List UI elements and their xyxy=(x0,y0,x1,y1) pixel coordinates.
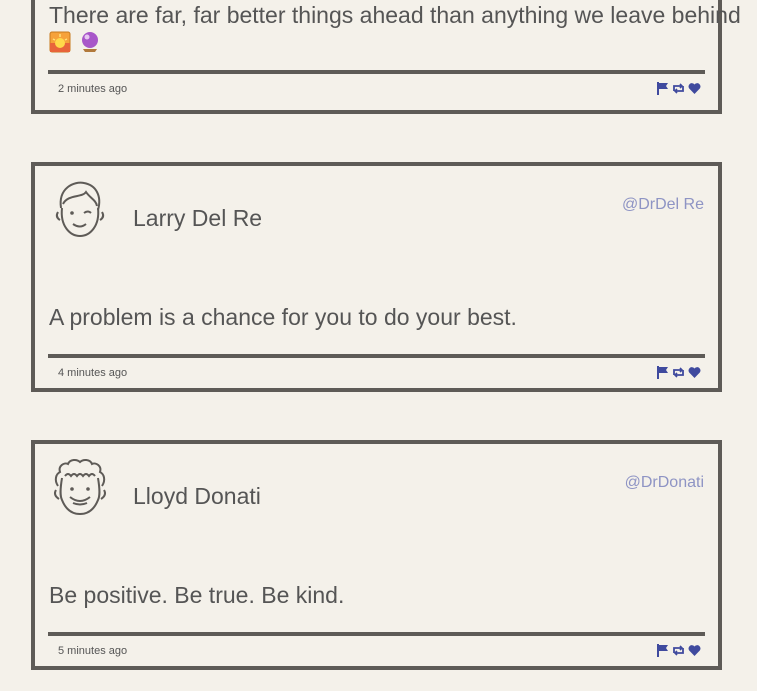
crystal-ball-icon xyxy=(79,31,101,53)
tweet-body: Lloyd Donati @DrDonati Be positive. Be t… xyxy=(35,444,718,666)
tweet-message: Be positive. Be true. Be kind. xyxy=(49,582,345,608)
retweet-icon[interactable] xyxy=(672,82,685,95)
avatar xyxy=(50,456,110,518)
user-name: Larry Del Re xyxy=(133,205,263,231)
tweet-actions xyxy=(656,644,701,657)
tweet-emojis xyxy=(49,31,105,53)
tweet-card: Larry Del Re @DrDel Re A problem is a ch… xyxy=(31,162,722,392)
heart-icon[interactable] xyxy=(688,82,701,95)
tweet-body: There are far, far better things ahead t… xyxy=(35,0,741,110)
tweet-card: There are far, far better things ahead t… xyxy=(31,0,741,114)
flag-icon[interactable] xyxy=(656,82,669,95)
tweet-body: Larry Del Re @DrDel Re A problem is a ch… xyxy=(35,166,718,388)
tweet-message: There are far, far better things ahead t… xyxy=(49,2,741,28)
tweet-actions xyxy=(656,82,701,95)
tweet-message: A problem is a chance for you to do your… xyxy=(49,304,517,330)
heart-icon[interactable] xyxy=(688,366,701,379)
tweet-feed: There are far, far better things ahead t… xyxy=(0,0,757,691)
tweet-divider xyxy=(48,632,705,636)
user-handle[interactable]: @DrDonati xyxy=(625,474,704,492)
tweet-divider xyxy=(48,70,705,74)
flag-icon[interactable] xyxy=(656,366,669,379)
sunrise-emoji-icon xyxy=(49,31,71,53)
tweet-actions xyxy=(656,366,701,379)
heart-icon[interactable] xyxy=(688,644,701,657)
tweet-timestamp: 5 minutes ago xyxy=(58,645,128,657)
tweet-timestamp: 2 minutes ago xyxy=(58,83,128,95)
tweet-divider xyxy=(48,354,705,358)
user-name: Lloyd Donati xyxy=(133,483,261,509)
avatar xyxy=(50,178,110,240)
flag-icon[interactable] xyxy=(656,644,669,657)
tweet-timestamp: 4 minutes ago xyxy=(58,367,128,379)
user-handle[interactable]: @DrDel Re xyxy=(622,196,704,214)
retweet-icon[interactable] xyxy=(672,644,685,657)
retweet-icon[interactable] xyxy=(672,366,685,379)
tweet-card: Lloyd Donati @DrDonati Be positive. Be t… xyxy=(31,440,722,670)
